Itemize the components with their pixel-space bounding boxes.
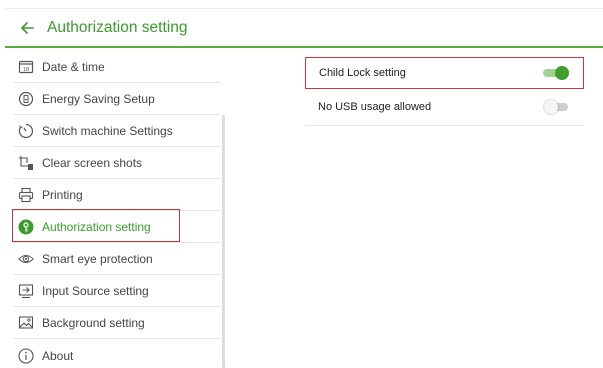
sidebar-item-label: Switch machine Settings [42, 124, 173, 138]
printer-icon [18, 187, 34, 203]
input-source-icon [18, 283, 34, 299]
arrow-left-icon[interactable] [20, 21, 34, 35]
toggle-knob [544, 100, 558, 114]
setting-row-no-usb: No USB usage allowed [305, 91, 584, 126]
sidebar-item-energy-saving[interactable]: Energy Saving Setup [13, 84, 220, 115]
sidebar-item-switch-machine[interactable]: Switch machine Settings [13, 116, 220, 147]
image-icon [18, 315, 34, 331]
setting-row-child-lock: Child Lock setting [305, 57, 584, 89]
svg-text:18: 18 [23, 67, 29, 73]
page-header: Authorization setting [5, 8, 603, 48]
page-title: Authorization setting [47, 18, 188, 36]
sidebar-item-label: Date & time [42, 60, 105, 74]
toggle-knob [555, 66, 569, 80]
eye-icon [18, 251, 34, 267]
sidebar-item-background[interactable]: Background setting [13, 308, 220, 339]
energy-icon [18, 91, 34, 107]
crop-trash-icon [18, 155, 34, 171]
timer-icon [18, 123, 34, 139]
sidebar-item-label: Clear screen shots [42, 156, 143, 170]
sidebar-item-date-time[interactable]: 18 Date & time [13, 52, 220, 83]
sidebar-item-label: Background setting [42, 316, 145, 330]
sidebar-item-label: Input Source setting [42, 284, 149, 298]
sidebar-item-label: Printing [42, 188, 83, 202]
sidebar-item-input-source[interactable]: Input Source setting [13, 276, 220, 307]
sidebar-item-eye-protection[interactable]: Smart eye protection [13, 244, 220, 275]
calendar-icon: 18 [18, 59, 34, 75]
sidebar-item-label: About [42, 348, 74, 363]
no-usb-toggle[interactable] [544, 100, 570, 114]
sidebar-item-printing[interactable]: Printing [13, 180, 220, 211]
sidebar-item-about[interactable]: About [13, 340, 220, 368]
sidebar-scrollbar[interactable] [222, 115, 225, 368]
active-item-highlight [12, 209, 180, 242]
child-lock-toggle[interactable] [543, 66, 569, 80]
info-icon [18, 347, 34, 364]
sidebar-item-label: Smart eye protection [42, 252, 153, 266]
sidebar-item-clear-screenshots[interactable]: Clear screen shots [13, 148, 220, 179]
sidebar-item-label: Energy Saving Setup [42, 92, 155, 106]
setting-label: No USB usage allowed [318, 101, 432, 113]
setting-label: Child Lock setting [319, 67, 406, 79]
